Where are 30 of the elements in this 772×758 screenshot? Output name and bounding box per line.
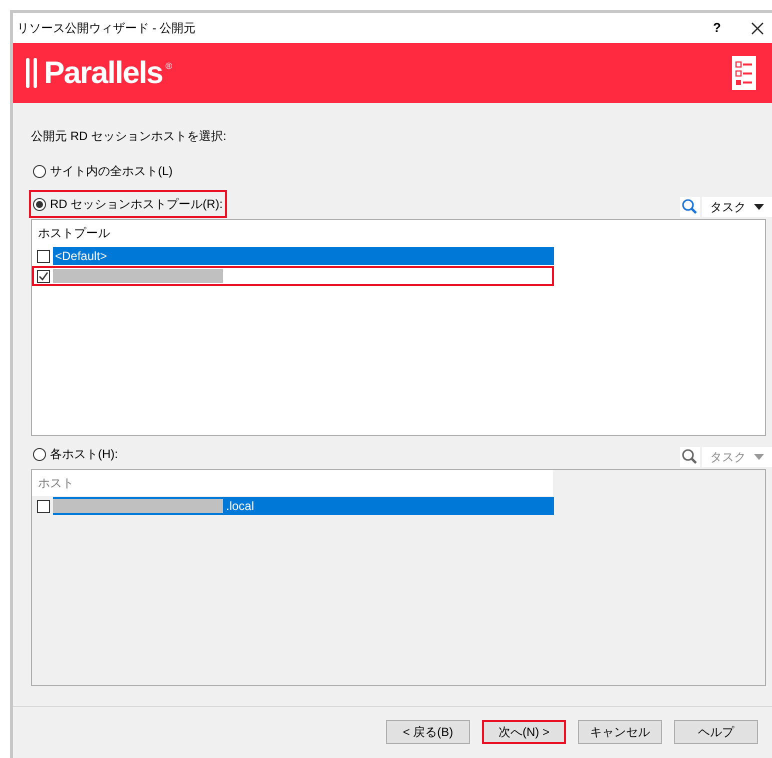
logo-bars-icon <box>25 58 39 88</box>
checkbox[interactable] <box>37 270 50 282</box>
close-icon[interactable] <box>751 22 764 34</box>
wizard-button[interactable]: ヘルプ <box>674 720 758 744</box>
task-button[interactable]: タスク <box>702 197 772 217</box>
registered-mark: ® <box>166 61 172 71</box>
caret-icon <box>754 454 764 460</box>
checkbox[interactable] <box>37 250 50 262</box>
wizard-button[interactable]: 次へ(N) > <box>482 720 566 744</box>
column-header[interactable]: ホストプール <box>38 224 110 242</box>
column-header[interactable]: ホスト <box>38 474 74 492</box>
help-button[interactable]: ? <box>709 18 725 38</box>
list-row[interactable]: .local <box>53 497 554 515</box>
brand-logo: Parallels <box>44 54 164 92</box>
task-button[interactable]: タスク <box>702 447 772 467</box>
wizard-button[interactable]: < 戻る(B) <box>386 720 470 744</box>
caret-icon <box>754 204 764 210</box>
window-title: リソース公開ウィザード - 公開元 <box>17 20 196 37</box>
section-prompt: 公開元 RD セッションホストを選択: <box>31 128 228 145</box>
row-label: .local <box>226 498 254 515</box>
list-row[interactable]: <Default> <box>53 247 554 265</box>
radio-option[interactable]: 各ホスト(H): <box>31 442 120 466</box>
radio-option[interactable]: サイト内の全ホスト(L) <box>31 159 175 183</box>
row-label: <Default> <box>55 248 108 265</box>
search-icon[interactable] <box>680 197 700 217</box>
wizard-button[interactable]: キャンセル <box>578 720 662 744</box>
checkbox[interactable] <box>37 500 50 512</box>
checklist-icon <box>732 56 756 90</box>
radio-option[interactable]: RD セッションホストプール(R): <box>31 192 225 216</box>
search-icon[interactable] <box>680 447 700 467</box>
